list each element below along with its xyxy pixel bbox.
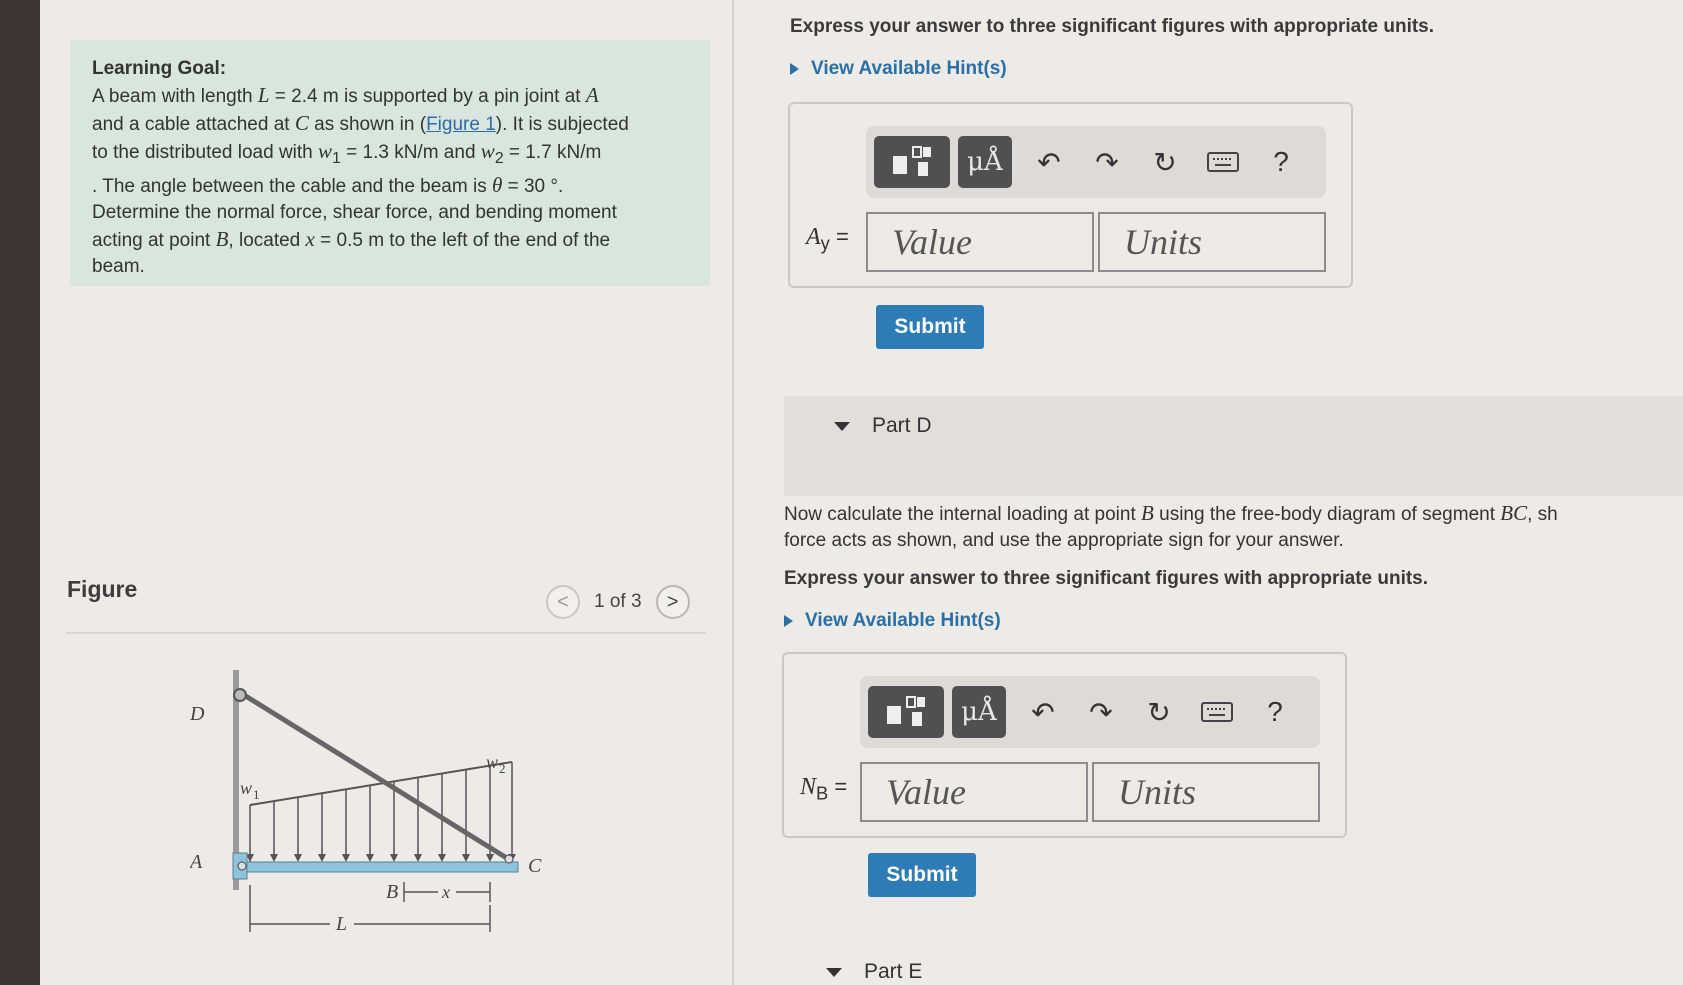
goal-line-3: to the distributed load with w1 = 1.3 kN… (92, 139, 602, 167)
svg-text:D: D (190, 703, 205, 725)
svg-text:B: B (386, 881, 398, 903)
mu-angstrom-icon: μÅ (967, 147, 1003, 177)
figure-page-indicator: 1 of 3 (594, 591, 642, 612)
goal-line-2: and a cable attached at C as shown in (F… (92, 111, 629, 135)
keyboard-icon (1201, 702, 1233, 722)
reset-icon: ↻ (1147, 696, 1171, 728)
part-d-hint-label: View Available Hint(s) (805, 610, 1001, 631)
svg-text:w: w (240, 778, 252, 798)
mastering-page: Learning Goal: A beam with length L = 2.… (40, 0, 1683, 985)
part-c-instruction: Express your answer to three significant… (790, 16, 1435, 37)
templates-icon (893, 146, 931, 176)
part-c-answer-box: μÅ ↶ ↷ ↻ ? Ay = Value Units (788, 102, 1353, 288)
part-d-answer-box: μÅ ↶ ↷ ↻ ? NB = Value Units (782, 652, 1347, 838)
part-c-hint-toggle[interactable]: View Available Hint(s) (790, 58, 1007, 80)
part-d-units-input[interactable]: Units (1092, 762, 1320, 822)
goal-line-6: acting at point B, located x = 0.5 m to … (92, 226, 611, 251)
learning-goal-box: Learning Goal: A beam with length L = 2.… (70, 40, 710, 286)
beam-figure: D A C w 1 w 2 B x L (190, 670, 542, 935)
prev-figure-button[interactable]: < (546, 585, 580, 619)
figure-1-link[interactable]: Figure 1 (426, 114, 496, 135)
redo-button[interactable]: ↷ (1078, 136, 1136, 188)
svg-text:A: A (190, 851, 203, 873)
keyboard-icon (1207, 152, 1239, 172)
undo-icon: ↶ (1037, 146, 1061, 178)
part-c-units-input[interactable]: Units (1098, 212, 1326, 272)
units-symbols-button[interactable]: μÅ (952, 686, 1006, 738)
part-d-instruction: Express your answer to three significant… (784, 568, 1429, 589)
caret-down-icon (826, 967, 842, 977)
part-d-value-input[interactable]: Value (860, 762, 1088, 822)
svg-text:L: L (335, 913, 347, 935)
learning-goal-title: Learning Goal: (92, 58, 227, 79)
part-d-hint-toggle[interactable]: View Available Hint(s) (784, 610, 1001, 632)
mu-angstrom-icon: μÅ (961, 697, 997, 727)
goal-line-5: Determine the normal force, shear force,… (92, 201, 617, 223)
part-c-value-input[interactable]: Value (866, 212, 1094, 272)
next-figure-button[interactable]: > (655, 585, 690, 619)
part-d-title: Part D (872, 414, 932, 437)
cable (242, 692, 512, 863)
figure-pager: < 1 of 3 > (546, 585, 690, 619)
svg-text:w: w (486, 752, 498, 772)
svg-text:1: 1 (253, 787, 260, 802)
part-c-hint-label: View Available Hint(s) (811, 58, 1007, 79)
units-symbols-button[interactable]: μÅ (958, 136, 1012, 188)
redo-button[interactable]: ↷ (1072, 686, 1130, 738)
goal-line-4: . The angle between the cable and the be… (92, 172, 564, 197)
pin-d (233, 688, 247, 702)
reset-button[interactable]: ↻ (1136, 136, 1194, 188)
left-pane: Learning Goal: A beam with length L = 2.… (40, 0, 732, 985)
svg-text:2: 2 (499, 761, 506, 776)
caret-right-icon (784, 615, 793, 627)
part-c-math-toolbar: μÅ ↶ ↷ ↻ ? (866, 126, 1326, 198)
redo-icon: ↷ (1089, 696, 1113, 728)
part-d-prompt: Now calculate the internal loading at po… (784, 501, 1558, 551)
help-button[interactable]: ? (1252, 136, 1310, 188)
reset-icon: ↻ (1153, 146, 1177, 178)
redo-icon: ↷ (1095, 146, 1119, 178)
svg-text:x: x (441, 882, 450, 902)
part-d-submit-button[interactable]: Submit (868, 853, 976, 897)
load-top-line (249, 761, 513, 806)
caret-right-icon (790, 63, 799, 75)
undo-icon: ↶ (1031, 696, 1055, 728)
chevron-right-icon: > (666, 590, 679, 613)
svg-text:C: C (528, 855, 542, 877)
help-icon: ? (1267, 696, 1283, 727)
part-e-title: Part E (864, 960, 923, 983)
keyboard-button[interactable] (1188, 686, 1246, 738)
figure-divider (66, 632, 706, 634)
keyboard-button[interactable] (1194, 136, 1252, 188)
right-pane: Express your answer to three significant… (734, 0, 1683, 985)
caret-down-icon (834, 421, 850, 431)
reset-button[interactable]: ↻ (1130, 686, 1188, 738)
templates-icon (887, 696, 925, 726)
part-c-submit-button[interactable]: Submit (876, 305, 984, 349)
help-icon: ? (1273, 146, 1289, 177)
templates-button[interactable] (868, 686, 944, 738)
part-d-header-band (784, 396, 1683, 496)
undo-button[interactable]: ↶ (1020, 136, 1078, 188)
undo-button[interactable]: ↶ (1014, 686, 1072, 738)
beam (239, 861, 519, 873)
goal-line-1: A beam with length L = 2.4 m is supporte… (92, 83, 599, 107)
templates-button[interactable] (874, 136, 950, 188)
screen-bezel (0, 0, 40, 985)
part-d-field-label: NB = (800, 774, 848, 804)
part-d-math-toolbar: μÅ ↶ ↷ ↻ ? (860, 676, 1320, 748)
chevron-left-icon: < (557, 590, 569, 613)
part-c-field-label: Ay = (806, 224, 849, 254)
part-e-header[interactable]: Part E (826, 960, 922, 984)
figure-heading: Figure (67, 576, 138, 602)
help-button[interactable]: ? (1246, 686, 1304, 738)
part-d-header[interactable]: Part D (834, 414, 932, 438)
goal-line-7: beam. (92, 255, 145, 277)
